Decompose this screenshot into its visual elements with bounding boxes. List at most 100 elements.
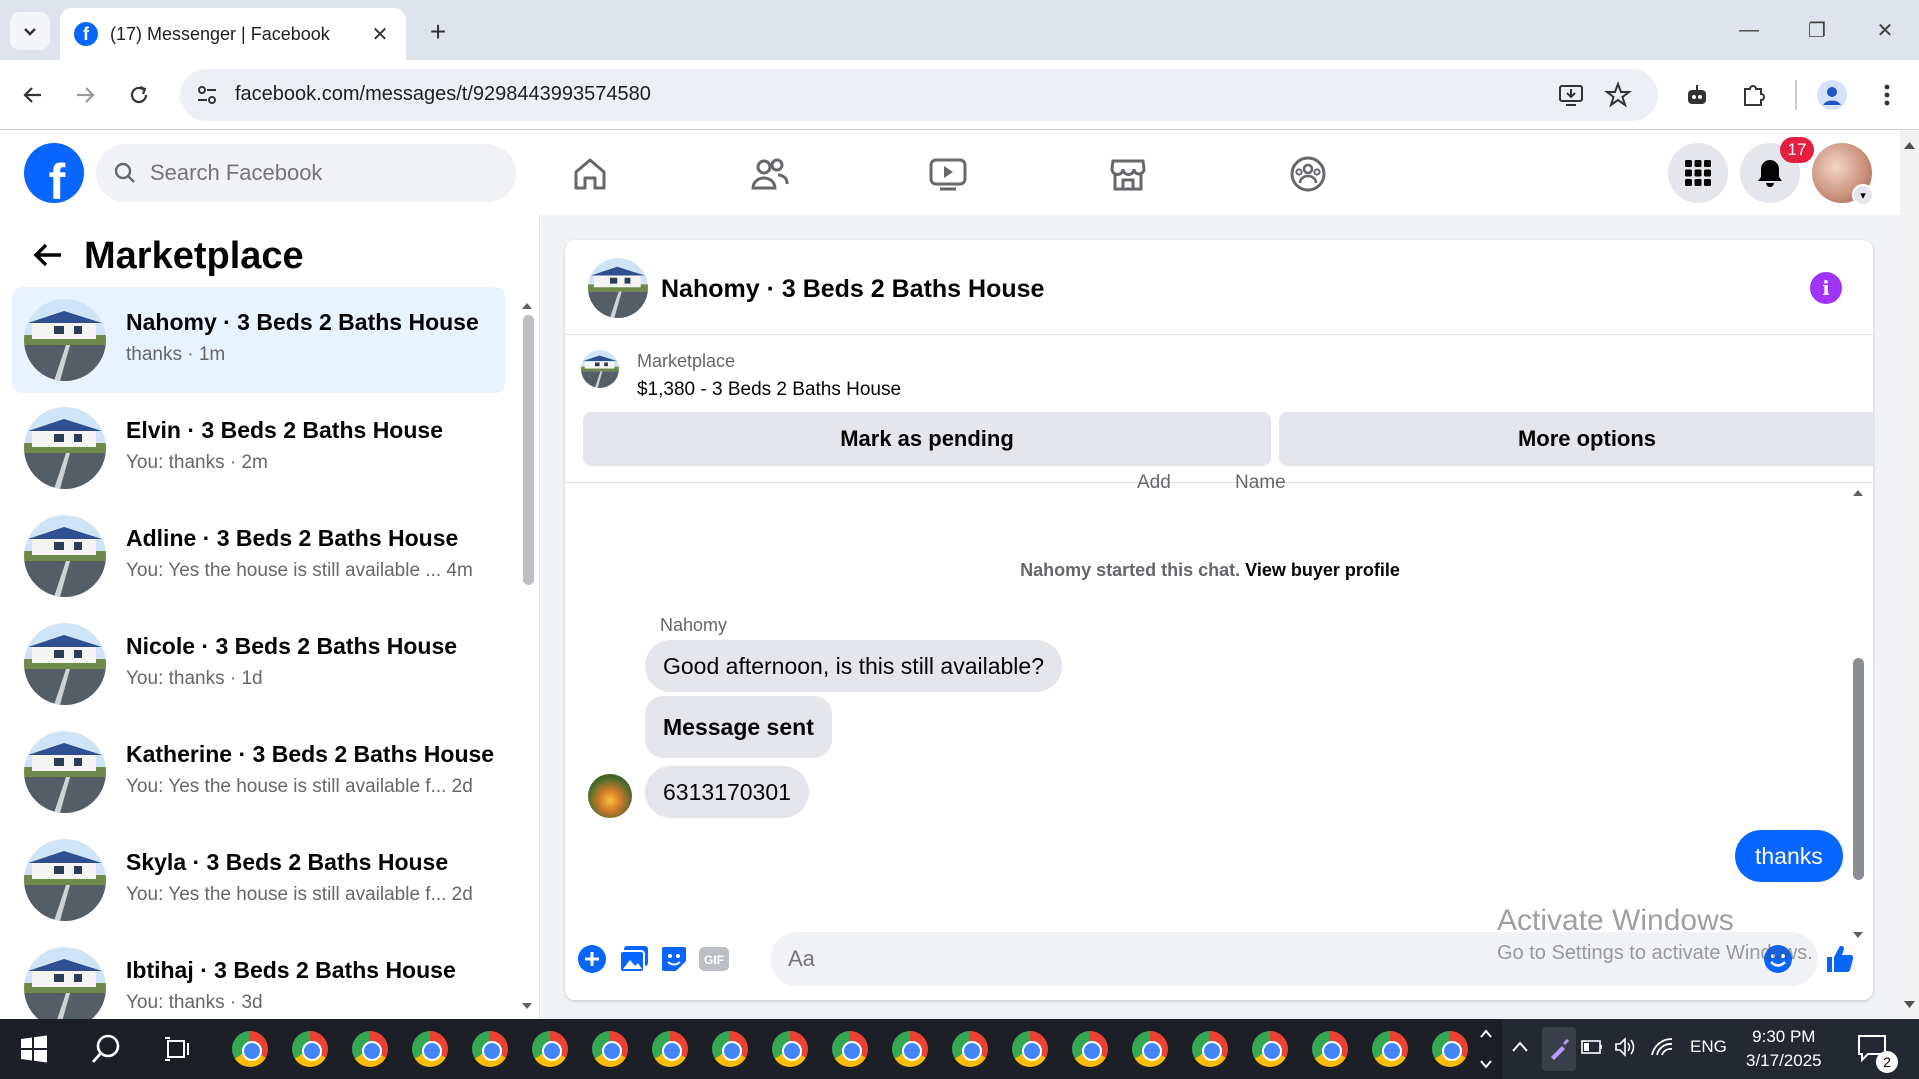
nav-marketplace-button[interactable] <box>1098 149 1158 199</box>
chat-scroll-thumb[interactable] <box>1853 658 1864 880</box>
listing-avatar[interactable] <box>588 258 648 318</box>
extension-robot-icon[interactable] <box>1678 76 1716 114</box>
photo-icon[interactable] <box>617 942 651 976</box>
listing-label: Marketplace <box>637 351 736 371</box>
view-buyer-profile-link[interactable]: View buyer profile <box>1245 560 1400 580</box>
chrome-taskbar-icon[interactable] <box>952 1031 988 1067</box>
more-options-button[interactable]: More options <box>1279 412 1873 466</box>
add-attachment-icon[interactable] <box>575 942 609 976</box>
listing-thumbnail[interactable] <box>581 350 619 388</box>
chrome-taskbar-icon[interactable] <box>1432 1031 1468 1067</box>
clock[interactable]: 9:30 PM 3/17/2025 <box>1746 1025 1822 1073</box>
listing-title[interactable]: $1,380 - 3 Beds 2 Baths House <box>637 379 901 401</box>
conversation-item[interactable]: Katherine · 3 Beds 2 Baths House You: Yes… <box>12 719 505 825</box>
chrome-taskbar-icon[interactable] <box>892 1031 928 1067</box>
chrome-taskbar-icon[interactable] <box>1192 1031 1228 1067</box>
conversation-snippet: You: Yes the house is still available f.… <box>126 776 473 797</box>
chrome-taskbar-icon[interactable] <box>1132 1031 1168 1067</box>
back-arrow-button[interactable] <box>28 235 68 275</box>
install-app-icon[interactable] <box>1558 82 1584 108</box>
volume-icon[interactable] <box>1614 1037 1638 1057</box>
thumbs-up-icon[interactable] <box>1823 942 1857 976</box>
profile-account-icon[interactable] <box>1813 76 1851 114</box>
chevron-down-icon <box>24 28 36 36</box>
back-button[interactable] <box>14 76 52 114</box>
pen-tray-icon[interactable] <box>1542 1027 1576 1071</box>
chrome-taskbar-icon[interactable] <box>1012 1031 1048 1067</box>
house-photo-icon <box>24 515 106 597</box>
restore-window-button[interactable]: ❐ <box>1790 8 1844 52</box>
incoming-message[interactable]: Good afternoon, is this still available? <box>645 640 1062 692</box>
taskbar-search-button[interactable] <box>90 1033 122 1065</box>
mark-as-pending-button[interactable]: Mark as pending <box>583 412 1271 466</box>
chrome-taskbar-icon[interactable] <box>532 1031 568 1067</box>
grid-menu-icon <box>1685 160 1711 186</box>
sticker-icon[interactable] <box>657 942 691 976</box>
show-hidden-icons-button[interactable] <box>1510 1037 1530 1057</box>
extensions-puzzle-icon[interactable] <box>1734 76 1772 114</box>
chat-title[interactable]: Nahomy · 3 Beds 2 Baths House <box>661 275 1044 304</box>
language-indicator[interactable]: ENG <box>1690 1037 1727 1057</box>
chrome-taskbar-icon[interactable] <box>592 1031 628 1067</box>
conversation-snippet: You: Yes the house is still available ..… <box>126 560 473 581</box>
windows-start-button[interactable] <box>20 1035 48 1063</box>
chevron-down-icon[interactable]: ▾ <box>1852 184 1874 206</box>
nav-home-button[interactable] <box>560 149 620 199</box>
forward-button[interactable] <box>66 76 104 114</box>
outgoing-message[interactable]: thanks <box>1735 830 1843 882</box>
chrome-taskbar-icon[interactable] <box>772 1031 808 1067</box>
chrome-taskbar-icon[interactable] <box>832 1031 868 1067</box>
incoming-message[interactable]: Message sent <box>645 696 832 758</box>
info-icon[interactable]: i <box>1810 272 1842 304</box>
close-tab-icon[interactable]: ✕ <box>368 22 392 46</box>
conversation-scroll-thumb[interactable] <box>523 315 534 585</box>
nav-groups-button[interactable] <box>1278 149 1338 199</box>
facebook-logo[interactable]: f <box>24 143 84 203</box>
notification-badge: 17 <box>1780 137 1814 163</box>
reload-button[interactable] <box>120 76 158 114</box>
chrome-taskbar-icon[interactable] <box>712 1031 748 1067</box>
chrome-taskbar-icon[interactable] <box>412 1031 448 1067</box>
chrome-taskbar-icon[interactable] <box>292 1031 328 1067</box>
conversation-avatar <box>24 731 106 813</box>
search-icon <box>114 162 135 183</box>
taskbar-overflow-arrows[interactable] <box>1478 1023 1494 1075</box>
chrome-taskbar-icon[interactable] <box>1072 1031 1108 1067</box>
chrome-taskbar-icon[interactable] <box>652 1031 688 1067</box>
battery-icon[interactable] <box>1580 1037 1604 1057</box>
forward-arrow-icon <box>77 87 95 103</box>
bookmark-star-icon[interactable] <box>1604 81 1632 109</box>
conversation-item[interactable]: Elvin · 3 Beds 2 Baths House You: thanks … <box>12 395 505 501</box>
chrome-taskbar-icon[interactable] <box>472 1031 508 1067</box>
chrome-taskbar-icon[interactable] <box>1252 1031 1288 1067</box>
site-info-icon[interactable] <box>194 82 220 108</box>
conversation-item[interactable]: Skyla · 3 Beds 2 Baths House You: Yes the… <box>12 827 505 933</box>
chrome-taskbar-icon[interactable] <box>232 1031 268 1067</box>
chrome-taskbar-icon[interactable] <box>352 1031 388 1067</box>
wifi-icon[interactable] <box>1650 1037 1674 1057</box>
sender-avatar[interactable] <box>588 774 632 818</box>
nav-video-button[interactable] <box>918 149 978 199</box>
gif-icon[interactable]: GIF <box>697 942 731 976</box>
page-scrollbar[interactable] <box>1900 131 1919 1019</box>
facebook-search-box[interactable] <box>96 144 516 202</box>
conversation-item[interactable]: Nahomy · 3 Beds 2 Baths House thanks · 1m <box>12 287 505 393</box>
search-input[interactable] <box>150 160 450 186</box>
minimize-window-button[interactable]: — <box>1722 8 1776 52</box>
browser-tab-messenger[interactable]: f (17) Messenger | Facebook ✕ <box>60 8 406 60</box>
conversation-item[interactable]: Adline · 3 Beds 2 Baths House You: Yes th… <box>12 503 505 609</box>
new-tab-button[interactable]: + <box>420 14 456 50</box>
browser-menu-icon[interactable] <box>1868 76 1906 114</box>
menu-grid-button[interactable] <box>1668 143 1728 203</box>
conversation-item[interactable]: Nicole · 3 Beds 2 Baths House You: thanks… <box>12 611 505 717</box>
browser-toolbar: facebook.com/messages/t/9298443993574580 <box>0 60 1919 130</box>
nav-friends-button[interactable] <box>740 149 800 199</box>
incoming-message[interactable]: 6313170301 <box>645 766 809 818</box>
friends-icon <box>751 158 789 190</box>
close-window-button[interactable]: ✕ <box>1858 8 1912 52</box>
address-bar[interactable]: facebook.com/messages/t/9298443993574580 <box>180 69 1658 121</box>
chrome-taskbar-icon[interactable] <box>1312 1031 1348 1067</box>
task-view-button[interactable] <box>164 1035 192 1063</box>
tab-search-button[interactable] <box>10 12 50 50</box>
chrome-taskbar-icon[interactable] <box>1372 1031 1408 1067</box>
